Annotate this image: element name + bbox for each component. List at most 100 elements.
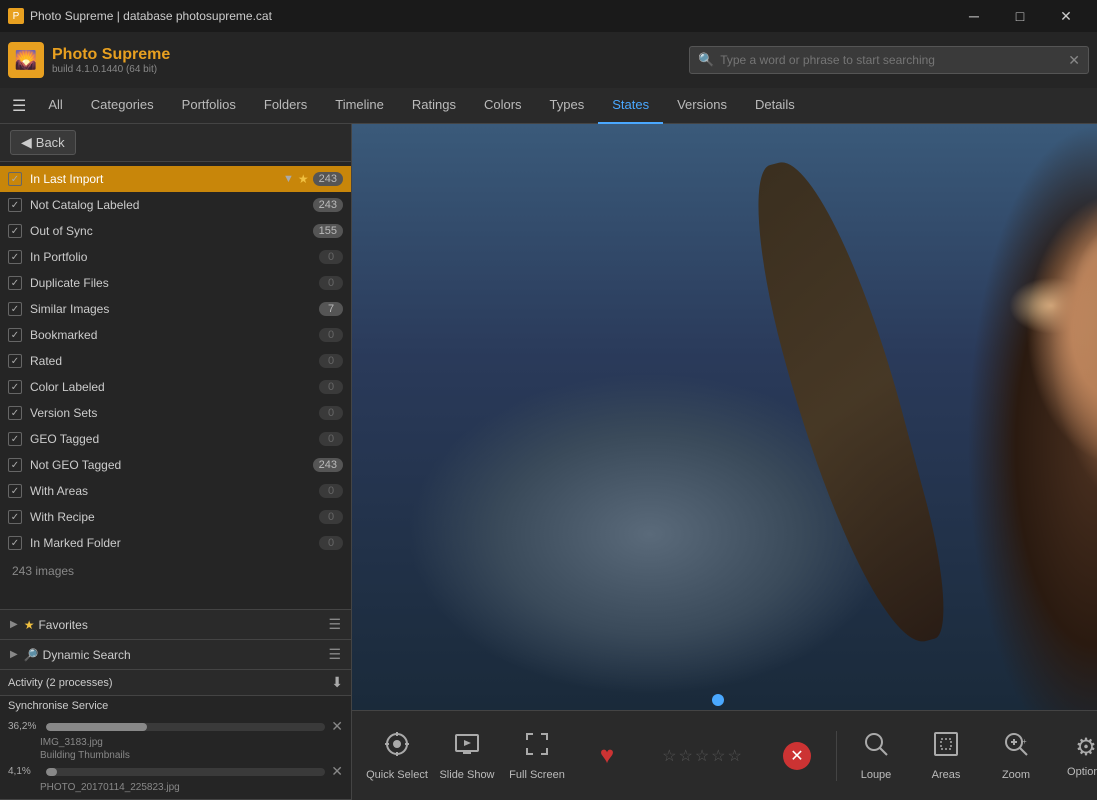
state-item-duplicate-files[interactable]: ✓ Duplicate Files 0 — [0, 270, 351, 296]
state-badge: 0 — [319, 354, 343, 368]
minimize-button[interactable]: ─ — [951, 0, 997, 32]
nav-timeline[interactable]: Timeline — [321, 88, 398, 124]
nav-ratings[interactable]: Ratings — [398, 88, 470, 124]
nav-colors[interactable]: Colors — [470, 88, 536, 124]
state-item-in-last-import[interactable]: ✓ In Last Import ▼ ★ 243 — [0, 166, 351, 192]
search-clear-icon[interactable]: ✕ — [1068, 52, 1080, 69]
state-item-with-areas[interactable]: ✓ With Areas 0 — [0, 478, 351, 504]
back-button[interactable]: ◀ Back — [10, 130, 76, 155]
star-5-icon[interactable]: ☆ — [728, 746, 742, 766]
state-checkbox[interactable]: ✓ — [8, 432, 22, 446]
state-checkbox[interactable]: ✓ — [8, 172, 22, 186]
state-item-in-marked-folder[interactable]: ✓ In Marked Folder 0 — [0, 530, 351, 556]
state-checkbox[interactable]: ✓ — [8, 536, 22, 550]
dynamic-search-section[interactable]: ▶ 🔎 Dynamic Search ☰ — [0, 640, 351, 670]
progress-filename-2: PHOTO_20170114_225823.jpg — [8, 782, 343, 793]
nav-states[interactable]: States — [598, 88, 663, 124]
nav-types[interactable]: Types — [536, 88, 599, 124]
state-item-version-sets[interactable]: ✓ Version Sets 0 — [0, 400, 351, 426]
slide-show-label: Slide Show — [439, 769, 494, 781]
state-item-similar-images[interactable]: ✓ Similar Images 7 — [0, 296, 351, 322]
state-item-not-catalog-labeled[interactable]: ✓ Not Catalog Labeled 243 — [0, 192, 351, 218]
progress-fill-1 — [46, 723, 147, 731]
back-label: Back — [36, 135, 65, 150]
quick-select-button[interactable]: Quick Select — [362, 716, 432, 796]
state-checkbox[interactable]: ✓ — [8, 354, 22, 368]
menu-button[interactable]: ☰ — [4, 96, 34, 116]
star-rating-button[interactable]: ☆ ☆ ☆ ☆ ☆ — [642, 716, 762, 796]
nav-details[interactable]: Details — [741, 88, 809, 124]
state-item-rated[interactable]: ✓ Rated 0 — [0, 348, 351, 374]
sync-label: Synchronise Service — [8, 700, 343, 712]
state-badge: 155 — [313, 224, 343, 238]
nav-versions[interactable]: Versions — [663, 88, 741, 124]
search-icon: 🔍 — [698, 52, 714, 68]
sidebar: ◀ Back ✓ In Last Import ▼ ★ 243 ✓ Not Ca… — [0, 124, 352, 800]
state-label: In Marked Folder — [30, 536, 319, 550]
favorites-section[interactable]: ▶ ★ Favorites ☰ — [0, 610, 351, 640]
state-item-color-labeled[interactable]: ✓ Color Labeled 0 — [0, 374, 351, 400]
search-input[interactable] — [720, 53, 1068, 67]
maximize-button[interactable]: □ — [997, 0, 1043, 32]
state-checkbox[interactable]: ✓ — [8, 380, 22, 394]
state-checkbox[interactable]: ✓ — [8, 276, 22, 290]
nav-folders[interactable]: Folders — [250, 88, 321, 124]
back-arrow-icon: ◀ — [21, 134, 32, 151]
heart-button[interactable]: ♥ — [572, 716, 642, 796]
state-item-in-portfolio[interactable]: ✓ In Portfolio 0 — [0, 244, 351, 270]
state-badge: 0 — [319, 250, 343, 264]
dynamic-search-icon: 🔎 — [24, 648, 39, 662]
state-label: Similar Images — [30, 302, 319, 316]
state-item-with-recipe[interactable]: ✓ With Recipe 0 — [0, 504, 351, 530]
quick-select-icon — [383, 730, 411, 765]
sidebar-bottom: ▶ ★ Favorites ☰ ▶ 🔎 Dynamic Search ☰ Act… — [0, 609, 351, 800]
state-checkbox[interactable]: ✓ — [8, 510, 22, 524]
loupe-button[interactable]: Loupe — [841, 716, 911, 796]
zoom-icon: + — [1002, 730, 1030, 765]
state-item-bookmarked[interactable]: ✓ Bookmarked 0 — [0, 322, 351, 348]
star-2-icon[interactable]: ☆ — [678, 746, 692, 766]
state-checkbox[interactable]: ✓ — [8, 198, 22, 212]
app-icon: P — [8, 8, 24, 24]
star-3-icon[interactable]: ☆ — [695, 746, 709, 766]
state-checkbox[interactable]: ✓ — [8, 224, 22, 238]
photo-display — [352, 124, 1097, 710]
state-checkbox[interactable]: ✓ — [8, 458, 22, 472]
state-checkbox[interactable]: ✓ — [8, 302, 22, 316]
state-checkbox[interactable]: ✓ — [8, 250, 22, 264]
state-item-out-of-sync[interactable]: ✓ Out of Sync 155 — [0, 218, 351, 244]
nav-all[interactable]: All — [34, 88, 76, 124]
state-checkbox[interactable]: ✓ — [8, 328, 22, 342]
photo-placeholder — [352, 124, 1097, 710]
favorites-menu-icon[interactable]: ☰ — [328, 616, 341, 633]
close-button[interactable]: ✕ — [1043, 0, 1089, 32]
download-icon[interactable]: ⬇ — [331, 674, 343, 691]
progress-pct-1: 36,2% — [8, 721, 40, 732]
quick-select-label: Quick Select — [366, 769, 428, 781]
state-checkbox[interactable]: ✓ — [8, 406, 22, 420]
progress-cancel-1-icon[interactable]: ✕ — [331, 718, 343, 735]
state-item-geo-tagged[interactable]: ✓ GEO Tagged 0 — [0, 426, 351, 452]
state-label: Out of Sync — [30, 224, 313, 238]
titlebar-title: Photo Supreme | database photosupreme.ca… — [30, 9, 272, 23]
heart-icon: ♥ — [600, 742, 614, 770]
sync-bar: Synchronise Service 36,2% ✕ IMG_3183.jpg… — [0, 696, 351, 800]
nav-portfolios[interactable]: Portfolios — [168, 88, 250, 124]
progress-cancel-2-icon[interactable]: ✕ — [331, 763, 343, 780]
state-item-not-geo-tagged[interactable]: ✓ Not GEO Tagged 243 — [0, 452, 351, 478]
areas-button[interactable]: Areas — [911, 716, 981, 796]
zoom-button[interactable]: + Zoom — [981, 716, 1051, 796]
svg-text:+: + — [1022, 737, 1027, 746]
search-bar[interactable]: 🔍 ✕ — [689, 46, 1089, 74]
building-label: Building Thumbnails — [8, 750, 343, 761]
titlebar-controls: ─ □ ✕ — [951, 0, 1089, 32]
dynamic-search-menu-icon[interactable]: ☰ — [328, 646, 341, 663]
options-button[interactable]: ⚙ Options — [1051, 716, 1097, 796]
reject-button[interactable]: ✕ — [762, 716, 832, 796]
slide-show-button[interactable]: Slide Show — [432, 716, 502, 796]
star-1-icon[interactable]: ☆ — [662, 746, 676, 766]
star-4-icon[interactable]: ☆ — [711, 746, 725, 766]
nav-categories[interactable]: Categories — [77, 88, 168, 124]
state-checkbox[interactable]: ✓ — [8, 484, 22, 498]
full-screen-button[interactable]: Full Screen — [502, 716, 572, 796]
